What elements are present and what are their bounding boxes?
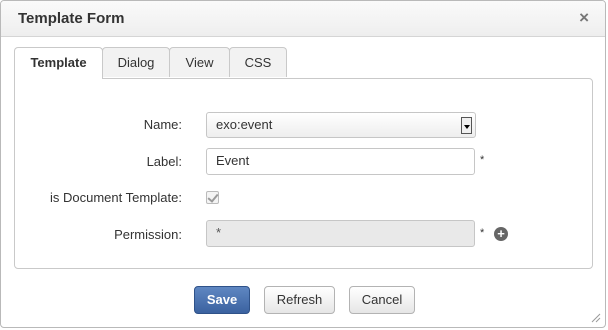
name-select[interactable]: exo:event [206,112,476,138]
tab-dialog[interactable]: Dialog [102,47,170,77]
save-button[interactable]: Save [194,286,250,314]
refresh-button[interactable]: Refresh [264,286,335,314]
permission-required-marker: * [480,227,485,239]
permission-input: * [206,220,475,247]
label-label: Label: [146,154,182,169]
tab-template[interactable]: Template [14,47,103,79]
doc-template-checkbox[interactable] [206,191,219,204]
label-input[interactable]: Event [206,148,475,175]
permission-label: Permission: [114,227,182,242]
label-required-marker: * [480,154,485,166]
dialog-titlebar[interactable]: Template Form × [1,1,605,37]
resize-grip-icon[interactable] [591,313,601,323]
dropdown-arrow-icon[interactable] [461,117,472,134]
name-label: Name: [143,117,182,132]
template-form-dialog: Template Form × Template Dialog View CSS… [0,0,606,328]
tab-view[interactable]: View [169,47,230,77]
cancel-button[interactable]: Cancel [349,286,415,314]
close-icon[interactable]: × [579,8,589,28]
add-permission-icon[interactable]: + [494,227,508,241]
tab-css[interactable]: CSS [229,47,287,77]
doc-template-label: is Document Template: [50,190,182,205]
dialog-title: Template Form [18,10,125,27]
name-select-value: exo:event [216,117,273,132]
